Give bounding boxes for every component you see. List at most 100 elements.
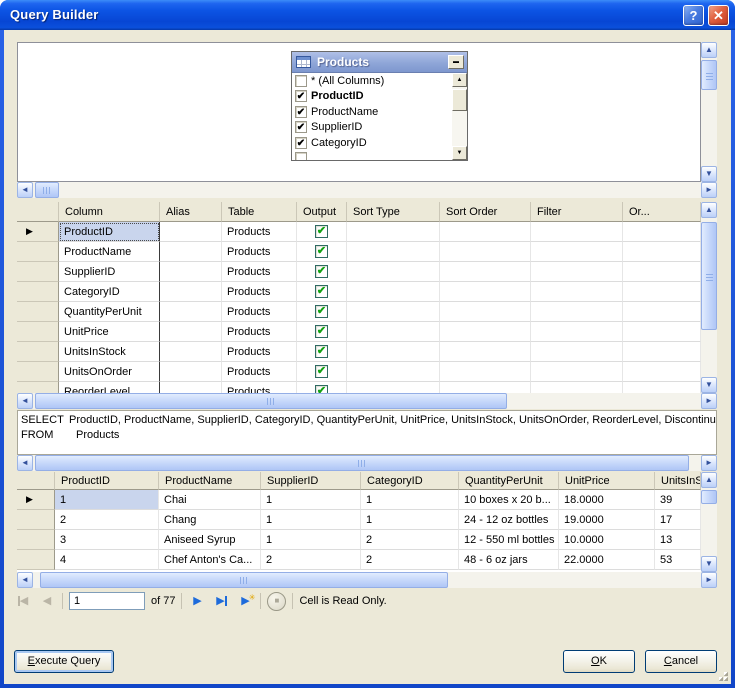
sql-text-area[interactable]: SELECT ProductID, ProductName, SupplierI… bbox=[17, 410, 717, 455]
criteria-row[interactable]: ▶ ProductID Products ✔ bbox=[17, 222, 701, 242]
arrow-right-icon[interactable]: ► bbox=[701, 572, 717, 588]
cancel-button[interactable]: Cancel bbox=[645, 650, 717, 673]
column-header[interactable]: QuantityPerUnit bbox=[459, 472, 559, 490]
field-row-supplierid[interactable]: ✔ SupplierID bbox=[292, 120, 467, 136]
output-cell[interactable]: ✔ bbox=[297, 262, 347, 282]
diagram-hscrollbar[interactable]: ◄ ► bbox=[17, 182, 717, 198]
column-header[interactable]: Alias bbox=[160, 202, 222, 222]
output-checkbox[interactable]: ✔ bbox=[315, 285, 328, 298]
field-checkbox-checked[interactable]: ✔ bbox=[295, 121, 307, 133]
result-row[interactable]: 3 Aniseed Syrup 1 2 12 - 550 ml bottles … bbox=[17, 530, 701, 550]
row-selector[interactable]: ▶ bbox=[17, 222, 59, 242]
results-vscrollbar[interactable]: ▲ ▼ bbox=[701, 472, 717, 572]
criteria-row[interactable]: UnitsOnOrder Products ✔ bbox=[17, 362, 701, 382]
sort-type-cell[interactable] bbox=[347, 262, 440, 282]
column-header[interactable]: ProductID bbox=[55, 472, 159, 490]
table-cell[interactable]: Products bbox=[222, 302, 297, 322]
arrow-up-icon[interactable]: ▲ bbox=[701, 202, 717, 218]
criteria-row[interactable]: CategoryID Products ✔ bbox=[17, 282, 701, 302]
result-cell[interactable]: 22.0000 bbox=[559, 550, 655, 570]
or-cell[interactable] bbox=[623, 282, 701, 302]
field-row-categoryid[interactable]: ✔ CategoryID bbox=[292, 135, 467, 151]
row-selector[interactable] bbox=[17, 262, 59, 282]
result-cell[interactable]: Chef Anton's Ca... bbox=[159, 550, 261, 570]
move-previous-button[interactable]: ◀ bbox=[38, 593, 56, 609]
sort-type-cell[interactable] bbox=[347, 222, 440, 242]
result-row[interactable]: 2 Chang 1 1 24 - 12 oz bottles 19.0000 1… bbox=[17, 510, 701, 530]
result-cell[interactable]: 2 bbox=[361, 550, 459, 570]
sort-type-cell[interactable] bbox=[347, 362, 440, 382]
result-cell[interactable]: 3 bbox=[55, 530, 159, 550]
minimize-icon[interactable]: ▬ bbox=[448, 55, 464, 69]
column-cell[interactable]: UnitPrice bbox=[59, 322, 160, 342]
field-checkbox-checked[interactable]: ✔ bbox=[295, 90, 307, 102]
arrow-left-icon[interactable]: ◄ bbox=[17, 455, 33, 471]
field-row-all-columns[interactable]: * (All Columns) bbox=[292, 73, 467, 89]
row-selector[interactable] bbox=[17, 302, 59, 322]
sort-order-cell[interactable] bbox=[440, 342, 531, 362]
field-row-productid[interactable]: ✔ ProductID bbox=[292, 89, 467, 105]
result-cell[interactable]: Aniseed Syrup bbox=[159, 530, 261, 550]
scrollbar-thumb[interactable] bbox=[452, 89, 467, 111]
result-cell[interactable]: 2 bbox=[361, 530, 459, 550]
result-cell[interactable]: 4 bbox=[55, 550, 159, 570]
close-icon[interactable]: ✕ bbox=[708, 5, 729, 26]
scrollbar-thumb[interactable] bbox=[35, 182, 59, 198]
sort-order-cell[interactable] bbox=[440, 222, 531, 242]
result-cell[interactable]: Chai bbox=[159, 490, 261, 510]
table-cell[interactable]: Products bbox=[222, 342, 297, 362]
scrollbar-thumb[interactable] bbox=[701, 60, 717, 90]
alias-cell[interactable] bbox=[160, 222, 222, 242]
or-cell[interactable] bbox=[623, 322, 701, 342]
result-cell[interactable]: 17 bbox=[655, 510, 701, 530]
criteria-hscrollbar[interactable]: ◄ ► bbox=[17, 393, 717, 409]
result-cell[interactable]: 1 bbox=[361, 510, 459, 530]
output-cell[interactable]: ✔ bbox=[297, 382, 347, 393]
row-selector[interactable] bbox=[17, 322, 59, 342]
or-cell[interactable] bbox=[623, 342, 701, 362]
arrow-left-icon[interactable]: ◄ bbox=[17, 182, 33, 198]
output-checkbox[interactable]: ✔ bbox=[315, 245, 328, 258]
sort-order-cell[interactable] bbox=[440, 282, 531, 302]
field-checkbox-checked[interactable] bbox=[295, 152, 307, 160]
or-cell[interactable] bbox=[623, 302, 701, 322]
output-checkbox[interactable]: ✔ bbox=[315, 345, 328, 358]
or-cell[interactable] bbox=[623, 262, 701, 282]
sql-hscrollbar[interactable]: ◄ ► bbox=[17, 455, 717, 471]
result-cell[interactable]: Chang bbox=[159, 510, 261, 530]
diagram-vscrollbar[interactable]: ▲ ▼ bbox=[701, 42, 717, 182]
column-header[interactable]: Sort Type bbox=[347, 202, 440, 222]
result-cell[interactable]: 39 bbox=[655, 490, 701, 510]
result-cell[interactable]: 13 bbox=[655, 530, 701, 550]
result-cell[interactable]: 18.0000 bbox=[559, 490, 655, 510]
output-cell[interactable]: ✔ bbox=[297, 282, 347, 302]
arrow-left-icon[interactable]: ◄ bbox=[17, 572, 33, 588]
result-cell[interactable]: 10 boxes x 20 b... bbox=[459, 490, 559, 510]
result-cell[interactable]: 1 bbox=[261, 510, 361, 530]
arrow-up-icon[interactable]: ▲ bbox=[701, 472, 717, 488]
criteria-row[interactable]: SupplierID Products ✔ bbox=[17, 262, 701, 282]
filter-cell[interactable] bbox=[531, 362, 623, 382]
move-next-button[interactable]: ▶ bbox=[188, 593, 206, 609]
move-last-button[interactable]: ▶ bbox=[212, 593, 230, 609]
cancel-query-button[interactable]: ■ bbox=[267, 592, 286, 611]
or-cell[interactable] bbox=[623, 362, 701, 382]
column-cell[interactable]: ProductID bbox=[59, 222, 160, 242]
field-row-productname[interactable]: ✔ ProductName bbox=[292, 104, 467, 120]
row-selector[interactable] bbox=[17, 242, 59, 262]
table-cell[interactable]: Products bbox=[222, 282, 297, 302]
column-cell[interactable]: QuantityPerUnit bbox=[59, 302, 160, 322]
resize-grip[interactable] bbox=[716, 669, 728, 681]
sort-order-cell[interactable] bbox=[440, 302, 531, 322]
column-cell[interactable]: CategoryID bbox=[59, 282, 160, 302]
table-cell[interactable]: Products bbox=[222, 262, 297, 282]
criteria-row[interactable]: ReorderLevel Products ✔ bbox=[17, 382, 701, 393]
filter-cell[interactable] bbox=[531, 262, 623, 282]
alias-cell[interactable] bbox=[160, 282, 222, 302]
or-cell[interactable] bbox=[623, 222, 701, 242]
or-cell[interactable] bbox=[623, 382, 701, 393]
results-hscrollbar[interactable]: ◄ ► bbox=[17, 572, 717, 588]
criteria-row[interactable]: UnitsInStock Products ✔ bbox=[17, 342, 701, 362]
column-cell[interactable]: UnitsOnOrder bbox=[59, 362, 160, 382]
sort-order-cell[interactable] bbox=[440, 262, 531, 282]
